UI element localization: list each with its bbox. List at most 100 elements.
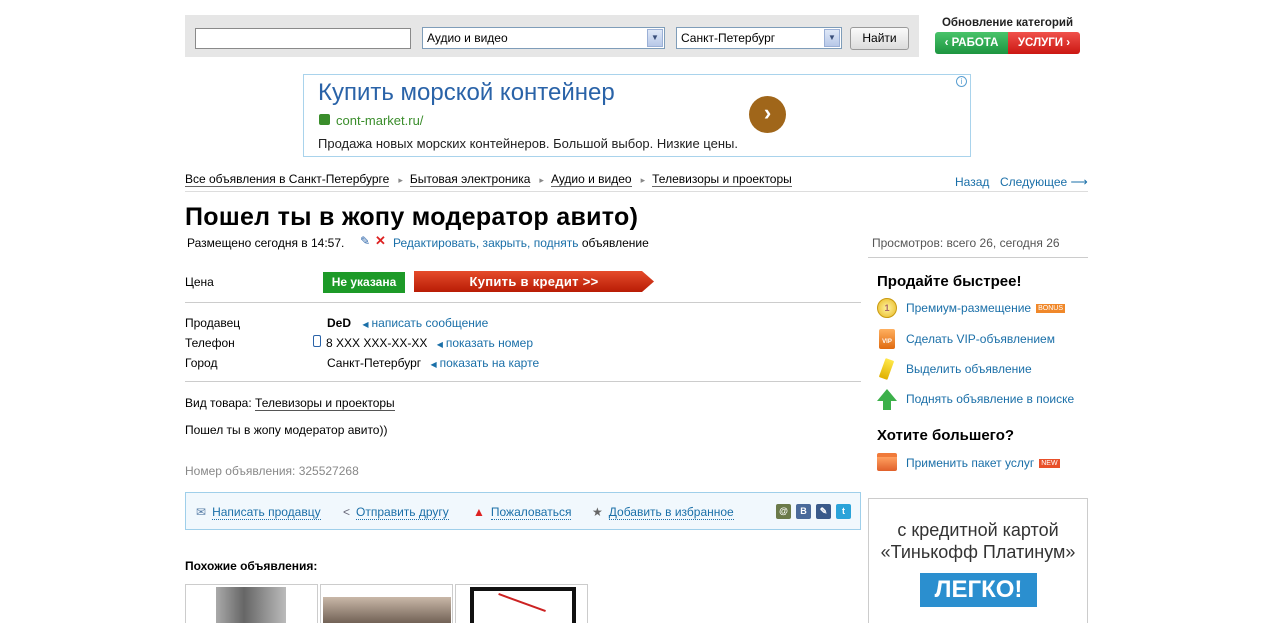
thumbnail-image bbox=[470, 587, 576, 623]
price-badge: Не указана bbox=[323, 272, 405, 293]
report-button[interactable]: ▲ Пожаловаться bbox=[473, 505, 572, 520]
prev-link[interactable]: Назад bbox=[955, 175, 989, 189]
up-arrow-icon bbox=[877, 389, 897, 410]
breadcrumb: Все объявления в Санкт-Петербурге ▸ Бытова… bbox=[185, 172, 792, 187]
triangle-left-icon: ◀ bbox=[430, 360, 437, 369]
ad-description: Продажа новых морских контейнеров. Больш… bbox=[318, 136, 738, 151]
work-category-button[interactable]: ‹ РАБОТА bbox=[935, 32, 1008, 54]
edit-links: Редактировать, закрыть, поднять объявлен… bbox=[393, 236, 649, 250]
close-icon: ✕ bbox=[375, 233, 386, 248]
vip-icon: VIP bbox=[877, 329, 897, 349]
twitter-icon[interactable]: t bbox=[836, 504, 851, 519]
similar-thumbnail[interactable] bbox=[320, 584, 453, 623]
item-type-link[interactable]: Телевизоры и проекторы bbox=[255, 396, 395, 411]
gift-icon bbox=[877, 453, 897, 473]
warning-icon: ▲ bbox=[473, 505, 485, 519]
ad-title[interactable]: Купить морской контейнер bbox=[318, 79, 615, 107]
city-row: Санкт-Петербург ◀ показать на карте bbox=[327, 356, 539, 370]
info-icon[interactable]: i bbox=[956, 76, 967, 87]
promo-line1: с кредитной картой bbox=[897, 520, 1059, 540]
thumbnail-image bbox=[323, 597, 451, 623]
bump-label: Поднять объявление в поиске bbox=[906, 392, 1075, 406]
breadcrumb-separator: ▸ bbox=[398, 175, 403, 185]
posted-date: Размещено сегодня в 14:57. bbox=[187, 236, 345, 250]
mail-ru-icon[interactable]: @ bbox=[776, 504, 791, 519]
edit-link[interactable]: Редактировать, закрыть, поднять bbox=[393, 236, 578, 250]
write-seller-label: Написать продавцу bbox=[212, 505, 321, 520]
promo-banner[interactable]: с кредитной картой «Тинькофф Платинум» Л… bbox=[868, 498, 1088, 623]
services-category-button[interactable]: УСЛУГИ › bbox=[1008, 32, 1080, 54]
bonus-badge: BONUS bbox=[1036, 304, 1065, 314]
page-title: Пошел ты в жопу модератор авито) bbox=[185, 203, 639, 231]
show-phone-link[interactable]: показать номер bbox=[446, 336, 533, 350]
city-select[interactable]: Санкт-Петербург ▼ bbox=[676, 27, 842, 49]
item-type-label: Вид товара: bbox=[185, 396, 252, 410]
phone-row: 8 XXX XXX-XX-XX ◀ показать номер bbox=[326, 336, 533, 350]
triangle-left-icon: ◀ bbox=[436, 340, 443, 349]
breadcrumb-item[interactable]: Аудио и видео bbox=[550, 172, 632, 187]
similar-thumbnail[interactable] bbox=[455, 584, 588, 623]
divider bbox=[185, 191, 1088, 192]
phone-icon bbox=[313, 335, 321, 347]
livejournal-icon[interactable]: ✎ bbox=[816, 504, 831, 519]
star-icon: ★ bbox=[592, 505, 603, 519]
phone-label: Телефон bbox=[185, 336, 235, 350]
package-label: Применить пакет услуг bbox=[906, 456, 1035, 470]
sell-faster-title: Продайте быстрее! bbox=[877, 273, 1022, 290]
similar-title: Похожие объявления: bbox=[185, 559, 318, 573]
next-link[interactable]: Следующее ⟶ bbox=[1000, 175, 1088, 189]
vip-label: Сделать VIP-объявлением bbox=[906, 332, 1055, 346]
vkontakte-icon[interactable]: В bbox=[796, 504, 811, 519]
send-friend-button[interactable]: < Отправить другу bbox=[343, 505, 449, 520]
breadcrumb-separator: ▸ bbox=[640, 175, 646, 185]
seller-label: Продавец bbox=[185, 316, 241, 330]
breadcrumb-item[interactable]: Телевизоры и проекторы bbox=[652, 172, 792, 187]
edit-suffix: объявление bbox=[581, 236, 649, 250]
city-label: Город bbox=[185, 356, 218, 370]
listing-number: Номер объявления: 325527268 bbox=[185, 464, 359, 478]
view-count: Просмотров: всего 26, сегодня 26 bbox=[872, 236, 1060, 250]
premium-icon: 1 bbox=[877, 298, 897, 318]
phone-value: 8 XXX XXX-XX-XX bbox=[326, 336, 428, 350]
favorite-button[interactable]: ★ Добавить в избранное bbox=[592, 505, 734, 520]
ad-banner[interactable]: Купить морской контейнер cont-market.ru/… bbox=[303, 74, 971, 157]
description: Пошел ты в жопу модератор авито)) bbox=[185, 423, 388, 437]
ad-url[interactable]: cont-market.ru/ bbox=[336, 113, 423, 128]
seller-name: DeD bbox=[327, 316, 352, 330]
breadcrumb-item[interactable]: Бытовая электроника bbox=[409, 172, 531, 187]
divider bbox=[868, 257, 1088, 258]
promo-button[interactable]: ЛЕГКО! bbox=[920, 573, 1037, 607]
city-select-value: Санкт-Петербург bbox=[681, 31, 776, 45]
breadcrumb-item[interactable]: Все объявления в Санкт-Петербурге bbox=[185, 172, 390, 187]
divider bbox=[185, 302, 861, 303]
pencil-icon: ✎ bbox=[360, 234, 371, 248]
shield-icon bbox=[319, 114, 330, 125]
chevron-down-icon: ▼ bbox=[824, 29, 840, 47]
show-map-link[interactable]: показать на карте bbox=[440, 356, 540, 370]
credit-button[interactable]: Купить в кредит >> bbox=[414, 271, 654, 292]
write-seller-button[interactable]: ✉ Написать продавцу bbox=[196, 505, 321, 520]
search-button[interactable]: Найти bbox=[850, 27, 909, 50]
seller-row: DeD ◀ написать сообщение bbox=[327, 316, 488, 330]
premium-label: Премиум-размещение bbox=[906, 301, 1032, 315]
new-badge: NEW bbox=[1039, 459, 1060, 469]
promo-line2: «Тинькофф Платинум» bbox=[880, 542, 1076, 562]
favorite-label: Добавить в избранное bbox=[608, 505, 734, 520]
search-input[interactable] bbox=[195, 28, 411, 49]
item-type: Вид товара: Телевизоры и проекторы bbox=[185, 396, 395, 411]
breadcrumb-separator: ▸ bbox=[539, 175, 544, 185]
divider bbox=[185, 381, 861, 382]
arrow-right-icon[interactable]: › bbox=[749, 96, 786, 133]
report-label: Пожаловаться bbox=[490, 505, 572, 520]
category-select-value: Аудио и видео bbox=[427, 31, 508, 45]
send-friend-label: Отправить другу bbox=[356, 505, 449, 520]
city-value: Санкт-Петербург bbox=[327, 356, 422, 370]
write-message-link[interactable]: написать сообщение bbox=[372, 316, 489, 330]
similar-thumbnail[interactable] bbox=[185, 584, 318, 623]
want-more-title: Хотите большего? bbox=[877, 427, 1015, 444]
category-select[interactable]: Аудио и видео ▼ bbox=[422, 27, 665, 49]
categories-update-title: Обновление категорий bbox=[941, 17, 1074, 29]
chevron-down-icon: ▼ bbox=[647, 29, 663, 47]
highlight-icon bbox=[877, 358, 897, 380]
action-bar: ✉ Написать продавцу < Отправить другу ▲ Пож… bbox=[185, 492, 861, 530]
